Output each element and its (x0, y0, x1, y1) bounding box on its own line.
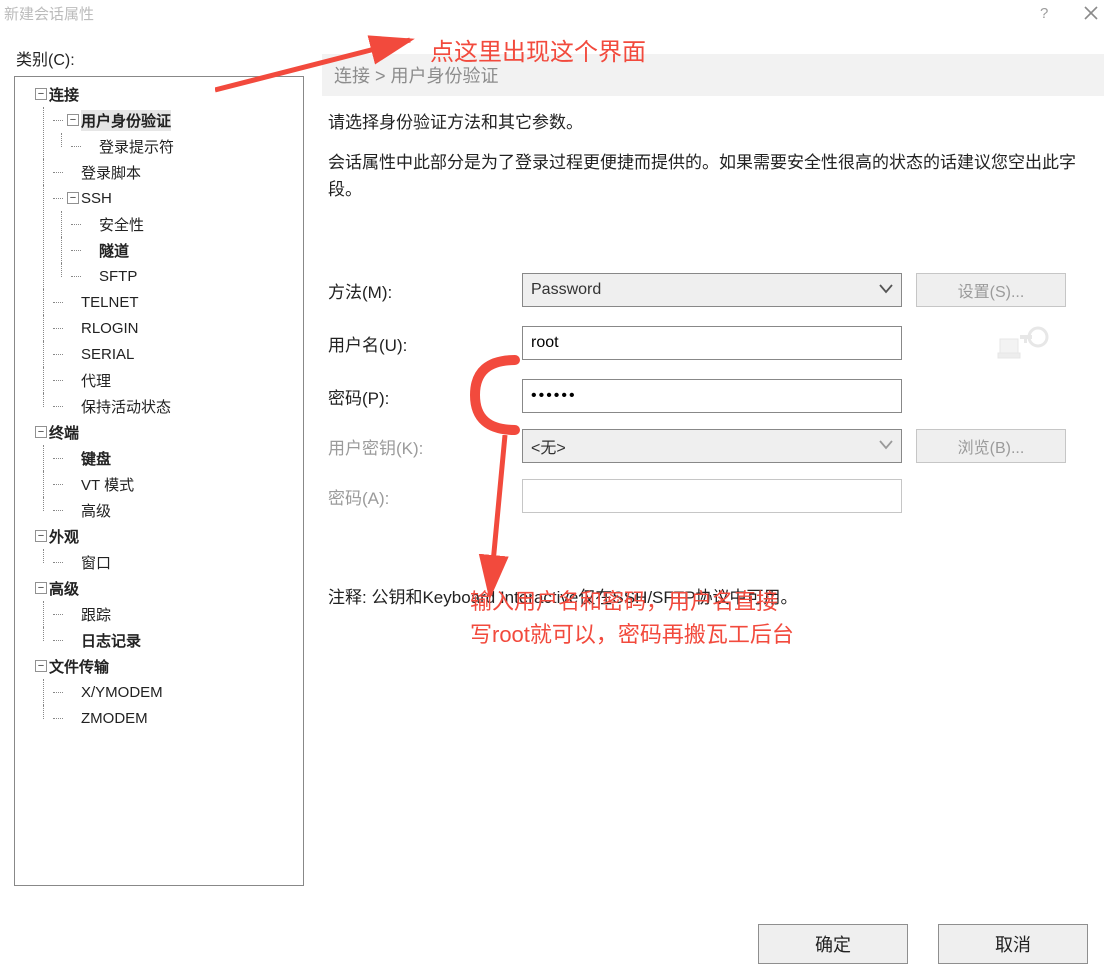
expand-icon[interactable]: − (67, 192, 79, 204)
question-icon: ? (1037, 5, 1053, 21)
chevron-down-icon (879, 437, 893, 455)
tree-item-terminal[interactable]: 终端 (49, 422, 79, 443)
passphrase-label: 密码(A): (322, 484, 522, 509)
dialog-buttons: 确定 取消 (758, 924, 1088, 964)
password-label: 密码(P): (322, 384, 522, 409)
tree-item-login-script[interactable]: 登录脚本 (81, 162, 141, 183)
tree-item-filetransfer[interactable]: 文件传输 (49, 656, 109, 677)
tree-item-logging[interactable]: 日志记录 (81, 630, 141, 651)
password-input[interactable] (522, 379, 902, 413)
tree-item-proxy[interactable]: 代理 (81, 370, 111, 391)
settings-button: 设置(S)... (916, 273, 1066, 307)
tree-item-trace[interactable]: 跟踪 (81, 604, 111, 625)
breadcrumb: 连接 > 用户身份验证 (322, 54, 1104, 96)
tree-item-advanced[interactable]: 高级 (49, 578, 79, 599)
expand-icon[interactable]: − (35, 582, 47, 594)
userkey-select-value: <无> (531, 434, 566, 458)
tree-item-auth[interactable]: 用户身份验证 (81, 110, 171, 131)
expand-icon[interactable]: − (67, 114, 79, 126)
tree-item-advanced-terminal[interactable]: 高级 (81, 500, 111, 521)
close-icon (1084, 6, 1098, 20)
username-input[interactable] (522, 326, 902, 360)
titlebar: 新建会话属性 ? (0, 0, 1118, 26)
method-select-value: Password (531, 281, 601, 299)
chevron-down-icon (879, 281, 893, 299)
help-button[interactable]: ? (1022, 0, 1068, 26)
tree-item-login-prompt[interactable]: 登录提示符 (99, 136, 174, 157)
expand-icon[interactable]: − (35, 660, 47, 672)
tree-item-appearance[interactable]: 外观 (49, 526, 79, 547)
panel-note: 注释: 公钥和Keyboard Interactive仅在SSH/SFTP协议中… (322, 583, 1104, 608)
tree-item-sftp[interactable]: SFTP (99, 268, 137, 285)
window-title: 新建会话属性 (4, 3, 94, 24)
tree-item-ssh[interactable]: SSH (81, 190, 112, 207)
close-button[interactable] (1068, 0, 1114, 26)
tree-item-serial[interactable]: SERIAL (81, 346, 134, 363)
method-select[interactable]: Password (522, 273, 902, 307)
tree-item-keepalive[interactable]: 保持活动状态 (81, 396, 171, 417)
userkey-select: <无> (522, 429, 902, 463)
tree-item-vtmode[interactable]: VT 模式 (81, 474, 134, 495)
tree-item-xymodem[interactable]: X/YMODEM (81, 684, 163, 701)
tree-item-security[interactable]: 安全性 (99, 214, 144, 235)
category-label: 类别(C): (16, 46, 304, 70)
cancel-button[interactable]: 取消 (938, 924, 1088, 964)
expand-icon[interactable]: − (35, 530, 47, 542)
category-tree[interactable]: − 连接 − 用户身份验证 登录提示符 登录脚本 (14, 76, 304, 886)
panel-description-2: 会话属性中此部分是为了登录过程更便捷而提供的。如果需要安全性很高的状态的话建议您… (328, 150, 1098, 203)
tree-item-tunnel[interactable]: 隧道 (99, 240, 129, 261)
username-label: 用户名(U): (322, 331, 522, 356)
tree-item-connection[interactable]: 连接 (49, 84, 79, 105)
browse-button: 浏览(B)... (916, 429, 1066, 463)
tree-item-keyboard[interactable]: 键盘 (81, 448, 111, 469)
tree-item-rlogin[interactable]: RLOGIN (81, 320, 139, 337)
svg-text:?: ? (1040, 5, 1048, 21)
tree-item-telnet[interactable]: TELNET (81, 294, 139, 311)
key-icon (996, 323, 1056, 363)
tree-item-window[interactable]: 窗口 (81, 552, 111, 573)
ok-button[interactable]: 确定 (758, 924, 908, 964)
userkey-label: 用户密钥(K): (322, 434, 522, 459)
expand-icon[interactable]: − (35, 88, 47, 100)
panel-description-1: 请选择身份验证方法和其它参数。 (328, 110, 1098, 136)
expand-icon[interactable]: − (35, 426, 47, 438)
auth-form: 方法(M): Password 设置(S)... 用户名(U): (322, 273, 1104, 513)
tree-item-zmodem[interactable]: ZMODEM (81, 710, 148, 727)
method-label: 方法(M): (322, 278, 522, 303)
passphrase-input (522, 479, 902, 513)
